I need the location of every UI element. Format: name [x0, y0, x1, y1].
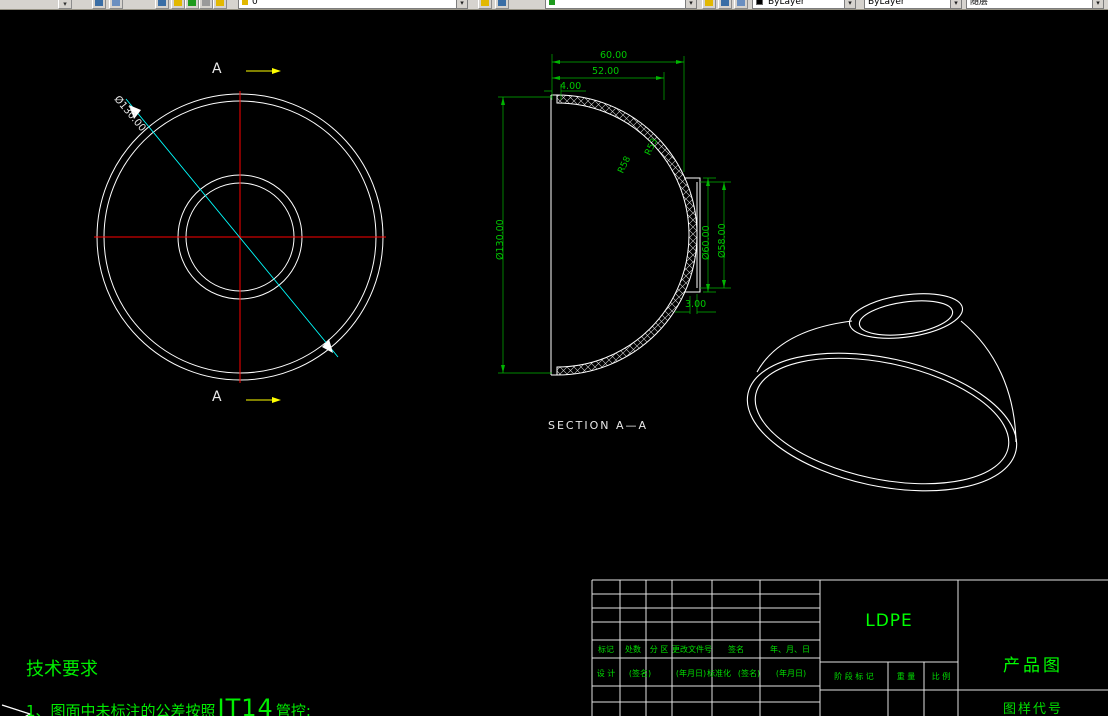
copy-tool-icon[interactable]: [92, 0, 106, 9]
lineweight-combo-arrow-icon[interactable]: ▾: [1092, 0, 1103, 8]
section-marker-a-bottom: A: [212, 389, 222, 405]
tb-standardization-signature: (签名): [737, 669, 761, 678]
note-1-text: 1、图面中未标注的公差按照: [26, 702, 216, 716]
style-combo-arrow-icon[interactable]: ▾: [685, 0, 696, 8]
cad-application-window: ▾ 0 ▾ ▾ ByLayer ▾ ByLayer ▾ 随层 ▾ Ø130.00…: [0, 0, 1108, 716]
dim-d60: Ø60.00: [701, 225, 712, 260]
tb-header-signature: 签名: [728, 645, 744, 654]
style-combo-icon: [549, 0, 555, 5]
section-dimension-lines: [498, 54, 731, 374]
linetype-combo-arrow-icon[interactable]: ▾: [950, 0, 961, 8]
match-properties-icon[interactable]: [702, 0, 716, 9]
dim-52: 52.00: [592, 66, 620, 77]
tb-header-date: 年、月、日: [770, 645, 810, 654]
tb-stage-mark-label: 阶 段 标 记: [834, 672, 874, 681]
title-block-grid: [591, 579, 1108, 716]
tech-requirements-heading: 技术要求: [26, 659, 98, 680]
properties-dialog-icon[interactable]: [718, 0, 732, 9]
dim-d58: Ø58.00: [717, 223, 728, 258]
current-color-swatch-icon: [756, 0, 763, 5]
toolbar-overflow-arrow-icon[interactable]: ▾: [58, 0, 72, 9]
tech-requirement-item-1: 1、图面中未标注的公差按照 IT14 管控:: [26, 694, 311, 716]
color-combo-arrow-icon[interactable]: ▾: [844, 0, 855, 8]
iso-view-geometry: [746, 293, 1018, 492]
dim-60: 60.00: [600, 50, 628, 61]
tb-weight-label: 重 量: [896, 672, 916, 681]
paste-tool-icon[interactable]: [109, 0, 123, 9]
tb-standardization-date: (年月日): [775, 669, 807, 678]
drawing-code-label: 图样代号: [1002, 702, 1063, 716]
lineweight-combo[interactable]: 随层 ▾: [966, 0, 1104, 9]
layer-previous-icon[interactable]: [495, 0, 509, 9]
layer-combo[interactable]: 0 ▾: [238, 0, 468, 9]
tb-header-zone: 分 区: [649, 645, 669, 654]
lineweight-combo-value: 随层: [970, 0, 989, 7]
section-marker-a-top: A: [212, 61, 222, 77]
color-combo-value: ByLayer: [768, 0, 805, 7]
note-1-suffix: 管控:: [275, 702, 311, 716]
note-1-tolerance-code: IT14: [217, 694, 274, 716]
drawing-canvas[interactable]: Ø130.00 A A 60.00 52.00 4.00 Ø130.00 Ø60…: [0, 10, 1108, 716]
linetype-combo[interactable]: ByLayer ▾: [864, 0, 962, 9]
tb-header-count: 处数: [625, 645, 641, 654]
tb-designer-label: 设 计: [596, 669, 616, 678]
tb-header-mark: 标记: [598, 645, 614, 654]
layers-dialog-icon[interactable]: [171, 0, 185, 9]
drawing-title: 产品图: [1003, 656, 1063, 676]
layer-on-icon: [242, 0, 248, 5]
color-picker-icon[interactable]: [734, 0, 748, 9]
style-combo[interactable]: ▾: [545, 0, 697, 9]
tb-header-change-file: 更改文件号: [672, 645, 712, 654]
dim-d130: Ø130.00: [495, 219, 506, 260]
undo-tool-icon[interactable]: [155, 0, 169, 9]
tb-designer-signature: (签名): [628, 669, 652, 678]
tb-designer-date: (年月日): [675, 669, 707, 678]
material-label: LDPE: [865, 611, 913, 631]
make-layer-current-icon[interactable]: [478, 0, 492, 9]
tb-scale-label: 比 例: [931, 672, 951, 681]
linetype-combo-value: ByLayer: [868, 0, 905, 7]
top-toolbar: ▾ 0 ▾ ▾ ByLayer ▾ ByLayer ▾ 随层 ▾: [0, 0, 1108, 10]
section-view-title: SECTION A—A: [548, 419, 649, 432]
section-view-geometry: [550, 94, 701, 376]
layer-freeze-icon[interactable]: [199, 0, 213, 9]
layer-lock-icon[interactable]: [213, 0, 227, 9]
layer-states-icon[interactable]: [185, 0, 199, 9]
layer-combo-value: 0: [252, 0, 258, 7]
color-combo[interactable]: ByLayer ▾: [752, 0, 856, 9]
layer-combo-arrow-icon[interactable]: ▾: [456, 0, 467, 8]
tb-standardization-label: 标准化: [707, 669, 731, 678]
style-combo-value: [556, 7, 685, 8]
dim-3: 3.00: [685, 299, 707, 310]
dim-4: 4.00: [560, 81, 582, 92]
